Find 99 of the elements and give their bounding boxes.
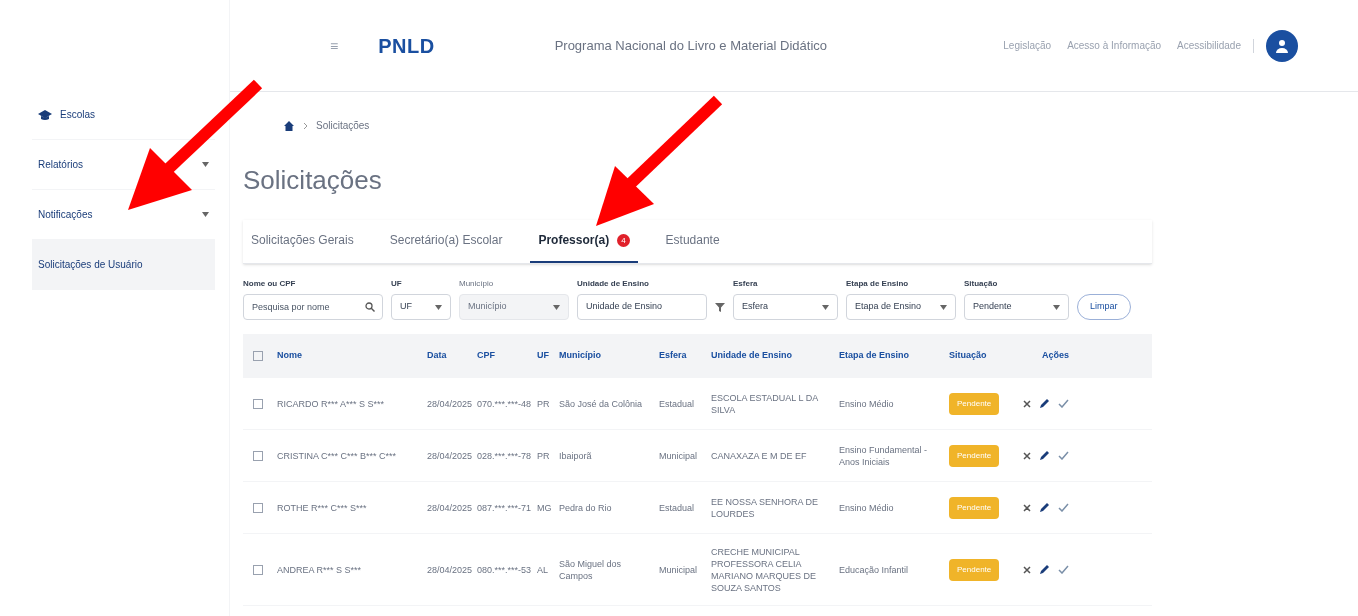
pencil-icon[interactable] [1039,398,1050,409]
table-cell-text: AL [536,563,549,576]
check-icon[interactable] [1058,503,1069,512]
site-title: Programa Nacional do Livro e Material Didático [554,36,828,55]
table-cell-text: Educação Infantil [838,563,910,576]
chevron-right-icon [303,121,308,130]
caret-icon [1053,304,1060,310]
close-icon[interactable] [1023,565,1031,574]
table-cell-text: RICARDO R*** A*** S S*** [276,397,386,410]
status-badge: Pendente [949,444,1000,467]
caret-icon [435,304,442,310]
table-cell-text: Estadual [658,397,696,410]
pencil-icon[interactable] [1039,564,1050,575]
table-cell-text: São Miguel dos Campos [558,557,623,582]
table-cell-text: 28/04/2025 [426,449,473,462]
caret-icon [822,304,829,310]
pencil-icon[interactable] [1039,450,1050,461]
table-cell-text: Ensino Médio [838,501,895,514]
column-header: Data [426,349,448,363]
pencil-icon[interactable] [1039,502,1050,513]
tab[interactable]: Professor(a) 4 [530,231,638,263]
field-label: Situação [964,278,999,290]
table-cell-text: PR [536,397,551,410]
column-header: Ações [1041,349,1070,363]
checkbox[interactable] [253,502,263,513]
check-icon[interactable] [1058,451,1069,460]
field-label: Etapa de Ensino [846,278,910,290]
status-badge: Pendente [949,558,1000,581]
table-cell-text: São José da Colônia [558,397,644,410]
check-icon[interactable] [1058,565,1069,574]
table-cell-text: CRECHE MUNICIPAL PROFESSORA CELIA MARIANO MARQUES DE SOUZA SANTOS [710,545,817,594]
checkbox[interactable] [253,564,263,575]
dropdown[interactable]: Etapa de Ensino [846,294,956,320]
user-avatar[interactable] [1266,29,1298,62]
table-cell-text: 028.***.***-78 [476,449,533,462]
caret-icon [202,212,209,217]
column-header: CPF [476,349,496,363]
dropdown[interactable]: Esfera [733,294,838,320]
table-cell-text: CANAXAZA E M DE EF [710,449,808,462]
table-cell-text: 087.***.***-71 [476,501,533,514]
tab[interactable]: Estudante [657,231,728,263]
count-badge: 4 [617,233,630,247]
column-header: Situação [948,349,988,363]
table-cell-text: EE NOSSA SENHORA DE LOURDES [710,495,820,520]
input-field[interactable]: Unidade de Ensino [577,294,707,320]
column-header: Etapa de Ensino [838,349,910,363]
table-cell-text: Municipal [658,563,699,576]
field-label: Município [459,278,495,290]
logo: PNLD [378,33,435,59]
graduation-cap-icon [38,108,52,121]
column-header: Município [558,349,602,363]
tab[interactable]: Secretário(a) Escolar [381,231,511,263]
dropdown[interactable]: UF [391,294,451,320]
table-cell-text: 28/04/2025 [426,397,473,410]
close-icon[interactable] [1023,399,1031,408]
checkbox[interactable] [253,351,263,361]
check-icon[interactable] [1058,399,1069,408]
field-label: Unidade de Ensino [577,278,650,290]
table-cell-text: 28/04/2025 [426,501,473,514]
breadcrumb-link[interactable]: Solicitações [316,118,370,133]
table-cell-text: ANDREA R*** S S*** [276,563,363,576]
status-badge: Pendente [949,496,1000,519]
table-cell-text: 080.***.***-53 [476,563,533,576]
caret-icon [553,304,560,310]
close-icon[interactable] [1023,503,1031,512]
table-cell-text: Municipal [658,449,699,462]
table-cell-text: Ensino Fundamental - Anos Iniciais [838,443,929,468]
table-cell-text: Pedra do Rio [558,501,613,514]
close-icon[interactable] [1023,451,1031,460]
tab[interactable]: Solicitações Gerais [243,231,362,263]
caret-icon [202,162,209,167]
caret-icon [940,304,947,310]
table-cell-text: ESCOLA ESTADUAL L DA SILVA [710,391,819,416]
field-label: UF [391,278,403,290]
column-header: Nome [276,349,303,363]
table-cell-text: CRISTINA C*** C*** B*** C*** [276,449,398,462]
dropdown[interactable]: Pendente [964,294,1069,320]
column-header: UF [536,349,550,363]
table-cell-text: 070.***.***-48 [476,397,533,410]
field-label: Nome ou CPF [243,278,297,290]
search-field[interactable]: Pesquisa por nome [243,294,383,320]
table-cell-text: Estadual [658,501,696,514]
table-cell-text: PR [536,449,551,462]
field-label: Esfera [733,278,759,290]
page-title: Solicitações [243,164,383,197]
search-icon[interactable] [365,302,375,312]
home-icon[interactable] [283,119,295,132]
column-header: Esfera [658,349,688,363]
table-cell-text: MG [536,501,553,514]
checkbox[interactable] [253,450,263,461]
table-cell-text: ROTHE R*** C*** S*** [276,501,368,514]
table-cell-text: Ibaiporã [558,449,593,462]
sidebar-item[interactable]: Solicitações de Usuário [32,240,215,290]
column-header: Unidade de Ensino [710,349,793,363]
filter-icon[interactable] [715,303,725,312]
status-badge: Pendente [949,392,1000,415]
checkbox[interactable] [253,398,263,409]
table-cell-text: Ensino Médio [838,397,895,410]
table-cell-text: 28/04/2025 [426,563,473,576]
